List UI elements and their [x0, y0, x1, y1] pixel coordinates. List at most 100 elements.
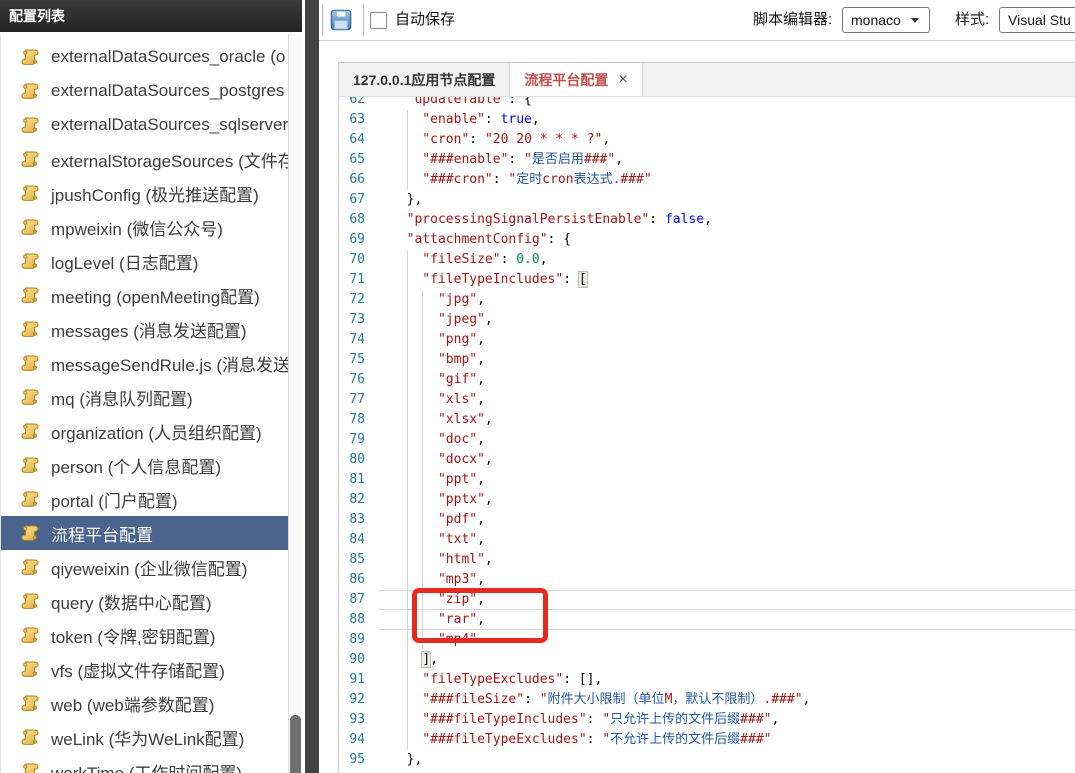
sidebar-item[interactable]: portal (门户配置) — [1, 482, 289, 516]
scroll-icon — [21, 627, 39, 643]
line-number: 67 — [349, 192, 365, 207]
sidebar-item[interactable]: externalStorageSources (文件存 — [1, 142, 289, 176]
line-number: 77 — [349, 392, 365, 407]
line-text: "xlsx", — [379, 410, 1075, 430]
sidebar-item[interactable]: messages (消息发送配置) — [1, 312, 289, 346]
code-line[interactable]: 82 "pptx", — [339, 490, 1075, 510]
config-list: externalDataSources_oracle (o externalDa… — [0, 34, 289, 773]
sidebar-item[interactable]: qiyeweixin (企业微信配置) — [1, 550, 289, 584]
indent-guide — [406, 690, 408, 710]
sidebar-item[interactable]: person (个人信息配置) — [1, 448, 289, 482]
code-area[interactable]: 62 "updateTable": { 63 "enable": true, 6… — [339, 97, 1075, 773]
sidebar-item[interactable]: messageSendRule.js (消息发送 — [1, 346, 289, 380]
sidebar-item[interactable]: logLevel (日志配置) — [1, 244, 289, 278]
sidebar-item-label: externalDataSources_oracle (o — [51, 47, 286, 66]
sidebar-item-label: token (令牌,密钥配置) — [51, 627, 216, 647]
code-line[interactable]: 67 }, — [339, 190, 1075, 210]
sidebar-item[interactable]: query (数据中心配置) — [1, 584, 289, 618]
line-number: 65 — [349, 152, 365, 167]
code-line[interactable]: 75 "bmp", — [339, 350, 1075, 370]
code-line[interactable]: 73 "jpeg", — [339, 310, 1075, 330]
indent-guide — [406, 630, 408, 650]
style-select-value: Visual Stu — [1008, 12, 1071, 28]
style-select[interactable]: Visual Stu — [999, 7, 1075, 33]
code-line[interactable]: 71 "fileTypeIncludes": [ — [339, 270, 1075, 290]
line-number: 62 — [349, 97, 365, 107]
tab-app-node-config[interactable]: 127.0.0.1应用节点配置 — [339, 63, 511, 96]
panel-divider[interactable] — [303, 0, 321, 773]
code-line[interactable]: 86 "mp3", — [339, 570, 1075, 590]
sidebar-item-label: person (个人信息配置) — [51, 457, 222, 477]
code-line[interactable]: 76 "gif", — [339, 370, 1075, 390]
code-line[interactable]: 84 "txt", — [339, 530, 1075, 550]
code-line[interactable]: 85 "html", — [339, 550, 1075, 570]
code-lines: 62 "updateTable": { 63 "enable": true, 6… — [339, 97, 1075, 770]
indent-guide — [422, 290, 424, 310]
indent-guide — [406, 390, 408, 410]
code-line[interactable]: 88 "rar", — [339, 610, 1075, 630]
indent-guide — [422, 591, 424, 609]
scroll-icon — [21, 83, 39, 99]
code-line[interactable]: 95 }, — [339, 750, 1075, 770]
line-number: 69 — [349, 232, 365, 247]
sidebar-item[interactable]: mq (消息队列配置) — [1, 380, 289, 414]
code-line[interactable]: 69 "attachmentConfig": { — [339, 230, 1075, 250]
sidebar-item[interactable]: token (令牌,密钥配置) — [1, 618, 289, 652]
code-line[interactable]: 63 "enable": true, — [339, 110, 1075, 130]
code-line[interactable]: 77 "xls", — [339, 390, 1075, 410]
code-line[interactable]: 68 "processingSignalPersistEnable": fals… — [339, 210, 1075, 230]
code-line[interactable]: 72 "jpg", — [339, 290, 1075, 310]
code-line[interactable]: 94 "###fileTypeExcludes": "不允许上传的文件后缀###… — [339, 730, 1075, 750]
code-line[interactable]: 90 ], — [339, 650, 1075, 670]
indent-guide — [406, 550, 408, 570]
code-line[interactable]: 65 "###enable": "是否启用###", — [339, 150, 1075, 170]
sidebar-item[interactable]: workTime (工作时间配置) — [1, 754, 289, 773]
sidebar-item[interactable]: web (web端参数配置) — [1, 686, 289, 720]
indent-guide — [422, 390, 424, 410]
scroll-icon — [21, 117, 39, 133]
code-line[interactable]: 81 "ppt", — [339, 470, 1075, 490]
code-line[interactable]: 74 "png", — [339, 330, 1075, 350]
save-button[interactable] — [328, 7, 354, 33]
sidebar-item-label: portal (门户配置) — [51, 491, 178, 511]
code-line[interactable]: 79 "doc", — [339, 430, 1075, 450]
sidebar-scrollbar[interactable] — [288, 34, 302, 773]
scroll-icon — [21, 355, 39, 371]
line-number: 66 — [349, 172, 365, 187]
code-line[interactable]: 91 "fileTypeExcludes": [], — [339, 670, 1075, 690]
sidebar-item[interactable]: jpushConfig (极光推送配置) — [1, 176, 289, 210]
indent-guide — [422, 330, 424, 350]
sidebar-item[interactable]: weLink (华为WeLink配置) — [1, 720, 289, 754]
toolbar: 自动保存 脚本编辑器: monaco 样式: Visual Stu — [319, 0, 1075, 41]
sidebar-item[interactable]: organization (人员组织配置) — [1, 414, 289, 448]
code-line[interactable]: 66 "###cron": "定时cron表达式.###" — [339, 170, 1075, 190]
script-editor-select[interactable]: monaco — [842, 7, 930, 33]
code-line[interactable]: 89 "mp4" — [339, 630, 1075, 650]
code-line[interactable]: 64 "cron": "20 20 * * * ?", — [339, 130, 1075, 150]
code-line[interactable]: 92 "###fileSize": "附件大小限制（单位M，默认不限制）.###… — [339, 690, 1075, 710]
sidebar-item[interactable]: mpweixin (微信公众号) — [1, 210, 289, 244]
indent-guide — [406, 310, 408, 330]
code-line[interactable]: 70 "fileSize": 0.0, — [339, 250, 1075, 270]
code-line[interactable]: 87 "zip", — [339, 590, 1075, 610]
line-text: "processingSignalPersistEnable": false, — [391, 212, 712, 227]
sidebar-item[interactable]: 流程平台配置 — [1, 516, 289, 550]
sidebar-scrollbar-thumb[interactable] — [290, 715, 301, 773]
tab-close-icon[interactable]: × — [618, 71, 627, 88]
sidebar-item[interactable]: externalDataSources_oracle (o — [1, 40, 289, 74]
sidebar-item[interactable]: meeting (openMeeting配置) — [1, 278, 289, 312]
code-line[interactable]: 62 "updateTable": { — [339, 97, 1075, 110]
sidebar-item-label: messageSendRule.js (消息发送 — [51, 355, 289, 375]
tab-process-platform-config[interactable]: 流程平台配置 × — [510, 63, 643, 96]
code-line[interactable]: 78 "xlsx", — [339, 410, 1075, 430]
autosave-checkbox[interactable] — [370, 12, 387, 29]
code-line[interactable]: 83 "pdf", — [339, 510, 1075, 530]
indent-guide — [422, 490, 424, 510]
sidebar-item[interactable]: externalDataSources_postgres — [1, 74, 289, 108]
sidebar-item[interactable]: vfs (虚拟文件存储配置) — [1, 652, 289, 686]
indent-guide — [422, 630, 424, 650]
line-text: "enable": true, — [379, 110, 1075, 130]
code-line[interactable]: 80 "docx", — [339, 450, 1075, 470]
sidebar-item[interactable]: externalDataSources_sqlserver — [1, 108, 289, 142]
code-line[interactable]: 93 "###fileTypeIncludes": "只允许上传的文件后缀###… — [339, 710, 1075, 730]
